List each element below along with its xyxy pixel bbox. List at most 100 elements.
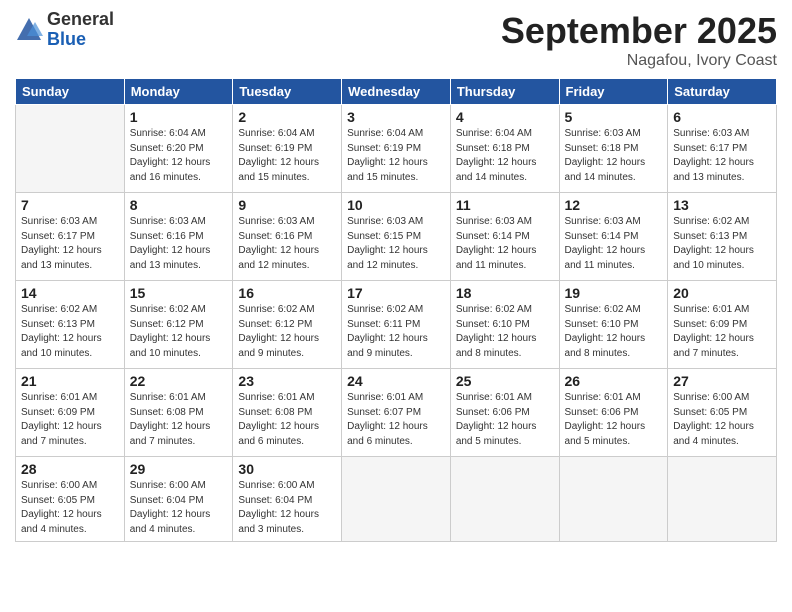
day-cell: 9 Sunrise: 6:03 AM Sunset: 6:16 PM Daylig… bbox=[233, 193, 342, 281]
day-cell: 4 Sunrise: 6:04 AM Sunset: 6:18 PM Daylig… bbox=[450, 105, 559, 193]
day-cell: 17Sunrise: 6:02 AM Sunset: 6:11 PM Dayli… bbox=[342, 281, 451, 369]
day-cell: 13 Sunrise: 6:02 AM Sunset: 6:13 PM Dayli… bbox=[668, 193, 777, 281]
header-wednesday: Wednesday bbox=[342, 79, 451, 105]
day-cell bbox=[668, 457, 777, 542]
day-number: 27 bbox=[673, 373, 771, 389]
day-cell bbox=[559, 457, 668, 542]
day-cell: 28 Sunrise: 6:00 AM Sunset: 6:05 PM Dayli… bbox=[16, 457, 125, 542]
day-cell: 12 Sunrise: 6:03 AM Sunset: 6:14 PM Dayli… bbox=[559, 193, 668, 281]
day-info: Sunrise: 6:01 AM Sunset: 6:06 PM Dayligh… bbox=[456, 391, 554, 449]
day-number: 3 bbox=[347, 109, 445, 125]
day-cell: 3 Sunrise: 6:04 AM Sunset: 6:19 PM Daylig… bbox=[342, 105, 451, 193]
day-number: 24 bbox=[347, 373, 445, 389]
month-title: September 2025 bbox=[501, 10, 777, 52]
day-info: Sunrise: 6:03 AM Sunset: 6:15 PM Dayligh… bbox=[347, 215, 445, 273]
day-info: Sunrise: 6:03 AM Sunset: 6:17 PM Dayligh… bbox=[21, 215, 119, 273]
day-info: Sunrise: 6:01 AM Sunset: 6:07 PM Dayligh… bbox=[347, 391, 445, 449]
day-number: 26 bbox=[565, 373, 663, 389]
week-row-5: 28 Sunrise: 6:00 AM Sunset: 6:05 PM Dayli… bbox=[16, 457, 777, 542]
day-cell: 23 Sunrise: 6:01 AM Sunset: 6:08 PM Dayli… bbox=[233, 369, 342, 457]
day-info: Sunrise: 6:02 AM Sunset: 6:12 PM Dayligh… bbox=[238, 303, 336, 361]
day-cell: 10Sunrise: 6:03 AM Sunset: 6:15 PM Dayli… bbox=[342, 193, 451, 281]
day-number: 16 bbox=[238, 285, 336, 301]
logo-text: General Blue bbox=[47, 10, 114, 50]
day-info: Sunrise: 6:01 AM Sunset: 6:08 PM Dayligh… bbox=[130, 391, 228, 449]
day-number: 1 bbox=[130, 109, 228, 125]
day-info: Sunrise: 6:01 AM Sunset: 6:08 PM Dayligh… bbox=[238, 391, 336, 449]
day-number: 13 bbox=[673, 197, 771, 213]
day-cell bbox=[342, 457, 451, 542]
day-cell: 11 Sunrise: 6:03 AM Sunset: 6:14 PM Dayli… bbox=[450, 193, 559, 281]
day-info: Sunrise: 6:02 AM Sunset: 6:10 PM Dayligh… bbox=[456, 303, 554, 361]
day-info: Sunrise: 6:02 AM Sunset: 6:13 PM Dayligh… bbox=[673, 215, 771, 273]
day-number: 30 bbox=[238, 461, 336, 477]
day-number: 14 bbox=[21, 285, 119, 301]
day-number: 4 bbox=[456, 109, 554, 125]
logo-blue: Blue bbox=[47, 30, 114, 50]
day-number: 22 bbox=[130, 373, 228, 389]
week-row-1: 1 Sunrise: 6:04 AM Sunset: 6:20 PM Daylig… bbox=[16, 105, 777, 193]
day-info: Sunrise: 6:00 AM Sunset: 6:05 PM Dayligh… bbox=[21, 479, 119, 537]
day-number: 2 bbox=[238, 109, 336, 125]
day-number: 11 bbox=[456, 197, 554, 213]
day-info: Sunrise: 6:03 AM Sunset: 6:14 PM Dayligh… bbox=[456, 215, 554, 273]
day-info: Sunrise: 6:03 AM Sunset: 6:14 PM Dayligh… bbox=[565, 215, 663, 273]
day-number: 12 bbox=[565, 197, 663, 213]
days-header-row: Sunday Monday Tuesday Wednesday Thursday… bbox=[16, 79, 777, 105]
day-info: Sunrise: 6:02 AM Sunset: 6:10 PM Dayligh… bbox=[565, 303, 663, 361]
header-sunday: Sunday bbox=[16, 79, 125, 105]
day-cell: 22 Sunrise: 6:01 AM Sunset: 6:08 PM Dayli… bbox=[124, 369, 233, 457]
day-number: 9 bbox=[238, 197, 336, 213]
day-info: Sunrise: 6:03 AM Sunset: 6:16 PM Dayligh… bbox=[238, 215, 336, 273]
day-number: 19 bbox=[565, 285, 663, 301]
day-info: Sunrise: 6:03 AM Sunset: 6:16 PM Dayligh… bbox=[130, 215, 228, 273]
header-thursday: Thursday bbox=[450, 79, 559, 105]
day-cell: 2 Sunrise: 6:04 AM Sunset: 6:19 PM Daylig… bbox=[233, 105, 342, 193]
day-number: 29 bbox=[130, 461, 228, 477]
title-block: September 2025 Nagafou, Ivory Coast bbox=[501, 10, 777, 70]
day-cell bbox=[16, 105, 125, 193]
day-info: Sunrise: 6:00 AM Sunset: 6:04 PM Dayligh… bbox=[238, 479, 336, 537]
day-number: 15 bbox=[130, 285, 228, 301]
day-info: Sunrise: 6:02 AM Sunset: 6:11 PM Dayligh… bbox=[347, 303, 445, 361]
day-info: Sunrise: 6:01 AM Sunset: 6:09 PM Dayligh… bbox=[673, 303, 771, 361]
day-number: 23 bbox=[238, 373, 336, 389]
day-info: Sunrise: 6:03 AM Sunset: 6:18 PM Dayligh… bbox=[565, 127, 663, 185]
week-row-4: 21 Sunrise: 6:01 AM Sunset: 6:09 PM Dayli… bbox=[16, 369, 777, 457]
header-friday: Friday bbox=[559, 79, 668, 105]
day-cell: 24 Sunrise: 6:01 AM Sunset: 6:07 PM Dayli… bbox=[342, 369, 451, 457]
day-cell: 29 Sunrise: 6:00 AM Sunset: 6:04 PM Dayli… bbox=[124, 457, 233, 542]
day-cell: 5 Sunrise: 6:03 AM Sunset: 6:18 PM Daylig… bbox=[559, 105, 668, 193]
day-number: 8 bbox=[130, 197, 228, 213]
day-number: 5 bbox=[565, 109, 663, 125]
day-info: Sunrise: 6:04 AM Sunset: 6:20 PM Dayligh… bbox=[130, 127, 228, 185]
day-cell: 20Sunrise: 6:01 AM Sunset: 6:09 PM Dayli… bbox=[668, 281, 777, 369]
day-cell: 16 Sunrise: 6:02 AM Sunset: 6:12 PM Dayli… bbox=[233, 281, 342, 369]
day-info: Sunrise: 6:04 AM Sunset: 6:18 PM Dayligh… bbox=[456, 127, 554, 185]
day-cell: 27Sunrise: 6:00 AM Sunset: 6:05 PM Dayli… bbox=[668, 369, 777, 457]
day-cell: 26Sunrise: 6:01 AM Sunset: 6:06 PM Dayli… bbox=[559, 369, 668, 457]
day-number: 28 bbox=[21, 461, 119, 477]
day-cell: 25Sunrise: 6:01 AM Sunset: 6:06 PM Dayli… bbox=[450, 369, 559, 457]
day-cell bbox=[450, 457, 559, 542]
day-number: 7 bbox=[21, 197, 119, 213]
day-cell: 6Sunrise: 6:03 AM Sunset: 6:17 PM Daylig… bbox=[668, 105, 777, 193]
day-cell: 19 Sunrise: 6:02 AM Sunset: 6:10 PM Dayli… bbox=[559, 281, 668, 369]
day-cell: 15Sunrise: 6:02 AM Sunset: 6:12 PM Dayli… bbox=[124, 281, 233, 369]
day-cell: 18Sunrise: 6:02 AM Sunset: 6:10 PM Dayli… bbox=[450, 281, 559, 369]
header-tuesday: Tuesday bbox=[233, 79, 342, 105]
header-saturday: Saturday bbox=[668, 79, 777, 105]
page-header: General Blue September 2025 Nagafou, Ivo… bbox=[15, 10, 777, 70]
day-info: Sunrise: 6:04 AM Sunset: 6:19 PM Dayligh… bbox=[238, 127, 336, 185]
day-cell: 1 Sunrise: 6:04 AM Sunset: 6:20 PM Daylig… bbox=[124, 105, 233, 193]
week-row-2: 7 Sunrise: 6:03 AM Sunset: 6:17 PM Daylig… bbox=[16, 193, 777, 281]
day-info: Sunrise: 6:02 AM Sunset: 6:13 PM Dayligh… bbox=[21, 303, 119, 361]
location-subtitle: Nagafou, Ivory Coast bbox=[501, 52, 777, 70]
day-cell: 21 Sunrise: 6:01 AM Sunset: 6:09 PM Dayli… bbox=[16, 369, 125, 457]
day-cell: 14 Sunrise: 6:02 AM Sunset: 6:13 PM Dayli… bbox=[16, 281, 125, 369]
header-monday: Monday bbox=[124, 79, 233, 105]
day-info: Sunrise: 6:04 AM Sunset: 6:19 PM Dayligh… bbox=[347, 127, 445, 185]
day-number: 21 bbox=[21, 373, 119, 389]
day-info: Sunrise: 6:01 AM Sunset: 6:09 PM Dayligh… bbox=[21, 391, 119, 449]
day-info: Sunrise: 6:00 AM Sunset: 6:04 PM Dayligh… bbox=[130, 479, 228, 537]
